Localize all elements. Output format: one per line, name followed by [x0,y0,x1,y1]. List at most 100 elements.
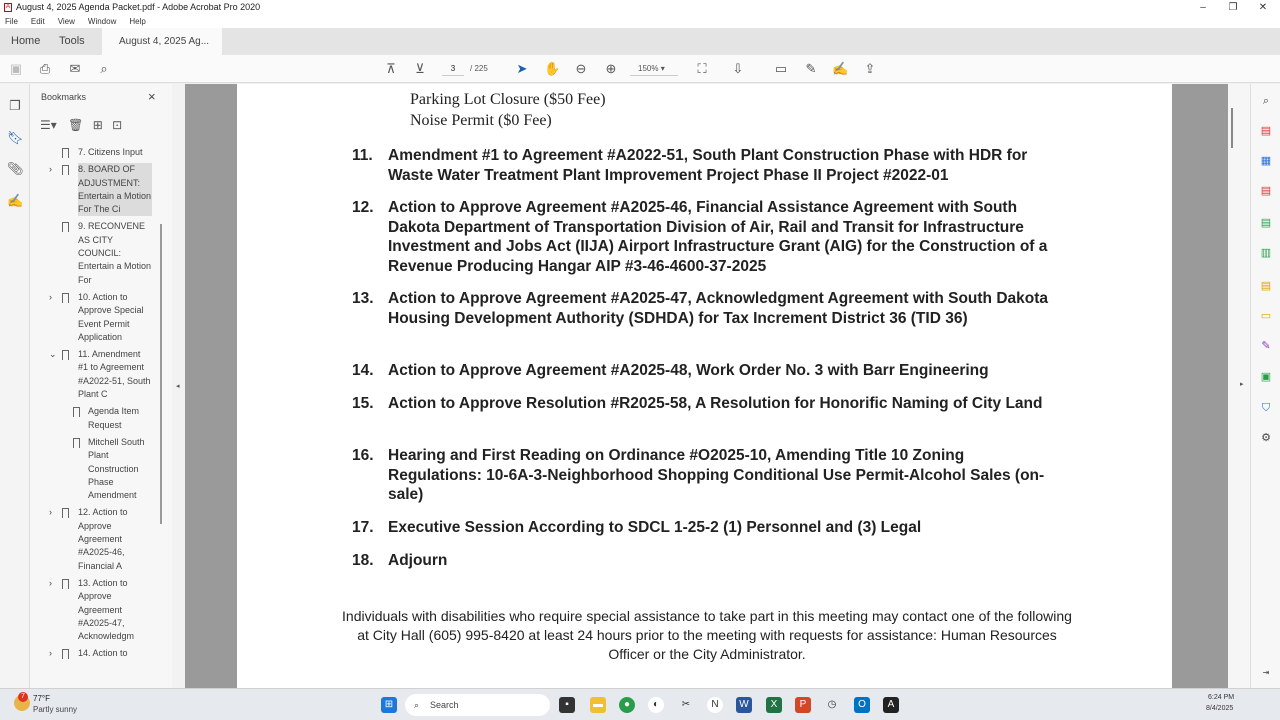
page-thumbnails-icon[interactable]: ❐ [7,98,23,114]
expand-chevron-icon[interactable]: › [49,163,52,176]
print-icon[interactable]: ⎙ [37,61,53,77]
expand-bookmark-icon[interactable]: ⊡ [112,118,122,132]
scroll-mode-icon[interactable]: ⇩ [730,61,746,77]
file-explorer-icon[interactable]: ▬ [590,697,606,713]
agenda-item: 13. Action to Approve Agreement #A2025-47… [352,289,1052,328]
bookmark-label: 12. Action to Approve Agreement #A2025-4… [78,507,128,571]
expand-chevron-icon[interactable]: › [49,647,52,660]
expand-chevron-icon[interactable]: › [49,577,52,590]
bookmark-item[interactable]: › 14. Action to [30,647,162,660]
bookmark-item[interactable]: 7. Citizens Input [30,146,162,159]
clock-time[interactable]: 6:24 PM [1208,694,1234,701]
task-view-icon[interactable]: ▪ [559,697,575,713]
agenda-text: Amendment #1 to Agreement #A2022-51, Sou… [388,147,1028,184]
expand-tools-arrow-icon[interactable]: ▸ [1240,380,1244,388]
request-esign-icon[interactable]: ▤ [1259,279,1273,293]
email-icon[interactable]: ✉ [67,61,83,77]
powerpoint-icon[interactable]: P [795,697,811,713]
bookmark-label: 11. Amendment #1 to Agreement #A2022-51,… [78,349,151,400]
agenda-text: Adjourn [388,552,448,569]
chrome-icon[interactable]: ● [619,697,635,713]
bookmark-item[interactable]: › 12. Action to Approve Agreement #A2025-… [30,506,162,572]
comment-tool-icon[interactable]: ▭ [1259,309,1273,323]
word-icon[interactable]: W [736,697,752,713]
attachments-icon[interactable]: 📎︎ [7,161,24,177]
vertical-scrollbar[interactable] [1228,84,1250,688]
start-icon[interactable]: ⊞ [381,697,397,713]
taskbar-search[interactable]: ⌕ Search [405,694,550,716]
delete-bookmark-icon[interactable]: 🗑︎ [68,118,83,132]
zoom-out-icon[interactable]: ⊖ [573,61,589,77]
organize-pages-icon[interactable]: ▤ [1259,184,1273,198]
zoom-tool-icon[interactable]: ⌕ [1259,94,1273,108]
outlook-icon[interactable]: O [854,697,870,713]
page-fit-icon[interactable]: ⛶ [694,61,710,77]
acrobat-icon[interactable]: A [883,697,899,713]
app-icon-2[interactable]: N [707,697,723,713]
bookmarks-icon[interactable]: 🔖︎ [7,130,24,146]
sign-icon[interactable]: ✍ [832,61,848,77]
combine-files-icon[interactable]: ▦ [1259,154,1273,168]
clock-icon[interactable]: ◷ [824,697,840,713]
options-menu-icon[interactable]: ☰▾ [40,118,57,132]
save-icon[interactable]: ▣ [8,61,24,77]
zoom-dropdown[interactable]: 150% ▾ [630,62,678,76]
menu-help[interactable]: Help [129,17,145,26]
bookmark-item[interactable]: Agenda Item Request [30,405,162,432]
page-number-input[interactable]: 3 [442,62,464,76]
app-icon[interactable]: ◐ [648,697,664,713]
search-icon[interactable]: ⌕ [96,61,112,77]
excel-icon[interactable]: X [766,697,782,713]
bookmarks-scrollbar[interactable] [160,224,162,524]
bookmark-item[interactable]: 9. RECONVENE AS CITY COUNCIL: Entertain … [30,220,162,286]
close-panel-icon[interactable]: × [148,89,156,104]
bookmark-item[interactable]: ⌄ 11. Amendment #1 to Agreement #A2022-51… [30,348,162,401]
close-window-button[interactable]: ✕ [1248,0,1278,15]
comment-icon[interactable]: ▭ [773,61,789,77]
create-pdf-icon[interactable]: ▤ [1259,124,1273,138]
expand-chevron-icon[interactable]: › [49,506,52,519]
new-bookmark-icon[interactable]: ⊞ [93,118,103,132]
tab-document[interactable]: August 4, 2025 Ag... × [102,28,222,74]
edit-pdf-icon[interactable]: ▥ [1259,246,1273,260]
clock-date[interactable]: 8/4/2025 [1206,705,1233,712]
panel-collapse-strip[interactable]: ◂ [172,84,185,688]
next-page-icon[interactable]: ⊻ [412,61,428,77]
select-cursor-icon[interactable]: ➤ [514,61,530,77]
scrollbar-thumb[interactable] [1231,108,1233,148]
signatures-icon[interactable]: ✍ [7,193,23,209]
zoom-value: 150% [638,64,659,73]
fill-sign-icon[interactable]: ✎ [1259,339,1273,353]
bookmark-item[interactable]: › 13. Action to Approve Agreement #A2025-… [30,577,162,643]
expand-chevron-icon[interactable]: ⌄ [49,348,57,361]
bookmark-icon [62,350,69,361]
temperature: 77°F [33,694,50,703]
minimize-button[interactable]: – [1188,0,1218,15]
more-tools-icon[interactable]: ⚙ [1259,431,1273,445]
snipping-tool-icon[interactable]: ✂ [678,697,694,713]
expand-chevron-icon[interactable]: › [49,291,52,304]
protect-icon[interactable]: ⛉ [1259,401,1273,415]
menu-file[interactable]: File [5,17,18,26]
export-pdf-icon[interactable]: ▤ [1259,216,1273,230]
bookmark-icon [73,407,80,418]
bookmark-icon [62,508,69,519]
document-viewer[interactable]: Parking Lot Closure ($50 Fee) Noise Perm… [185,84,1228,688]
bookmark-item[interactable]: Mitchell South Plant Construction Phase … [30,436,162,502]
tab-home[interactable]: Home [11,28,40,55]
bookmark-item[interactable]: › 8. BOARD OF ADJUSTMENT: Entertain a Mot… [30,163,162,217]
bookmark-item[interactable]: › 10. Action to Approve Special Event Per… [30,291,162,344]
share-icon[interactable]: ⇪ [862,61,878,77]
collapse-arrow-icon[interactable]: ◂ [176,382,180,390]
tab-tools[interactable]: Tools [59,28,85,55]
highlight-pen-icon[interactable]: ✎ [803,61,819,77]
previous-page-icon[interactable]: ⊼ [383,61,399,77]
menu-edit[interactable]: Edit [31,17,45,26]
menu-view[interactable]: View [58,17,75,26]
maximize-button[interactable]: ❐ [1218,0,1248,15]
tools-pane-toggle-icon[interactable]: ⇥ [1259,666,1273,680]
menu-window[interactable]: Window [88,17,116,26]
scan-ocr-icon[interactable]: ▣ [1259,370,1273,384]
hand-tool-icon[interactable]: ✋ [544,61,560,77]
zoom-in-icon[interactable]: ⊕ [603,61,619,77]
